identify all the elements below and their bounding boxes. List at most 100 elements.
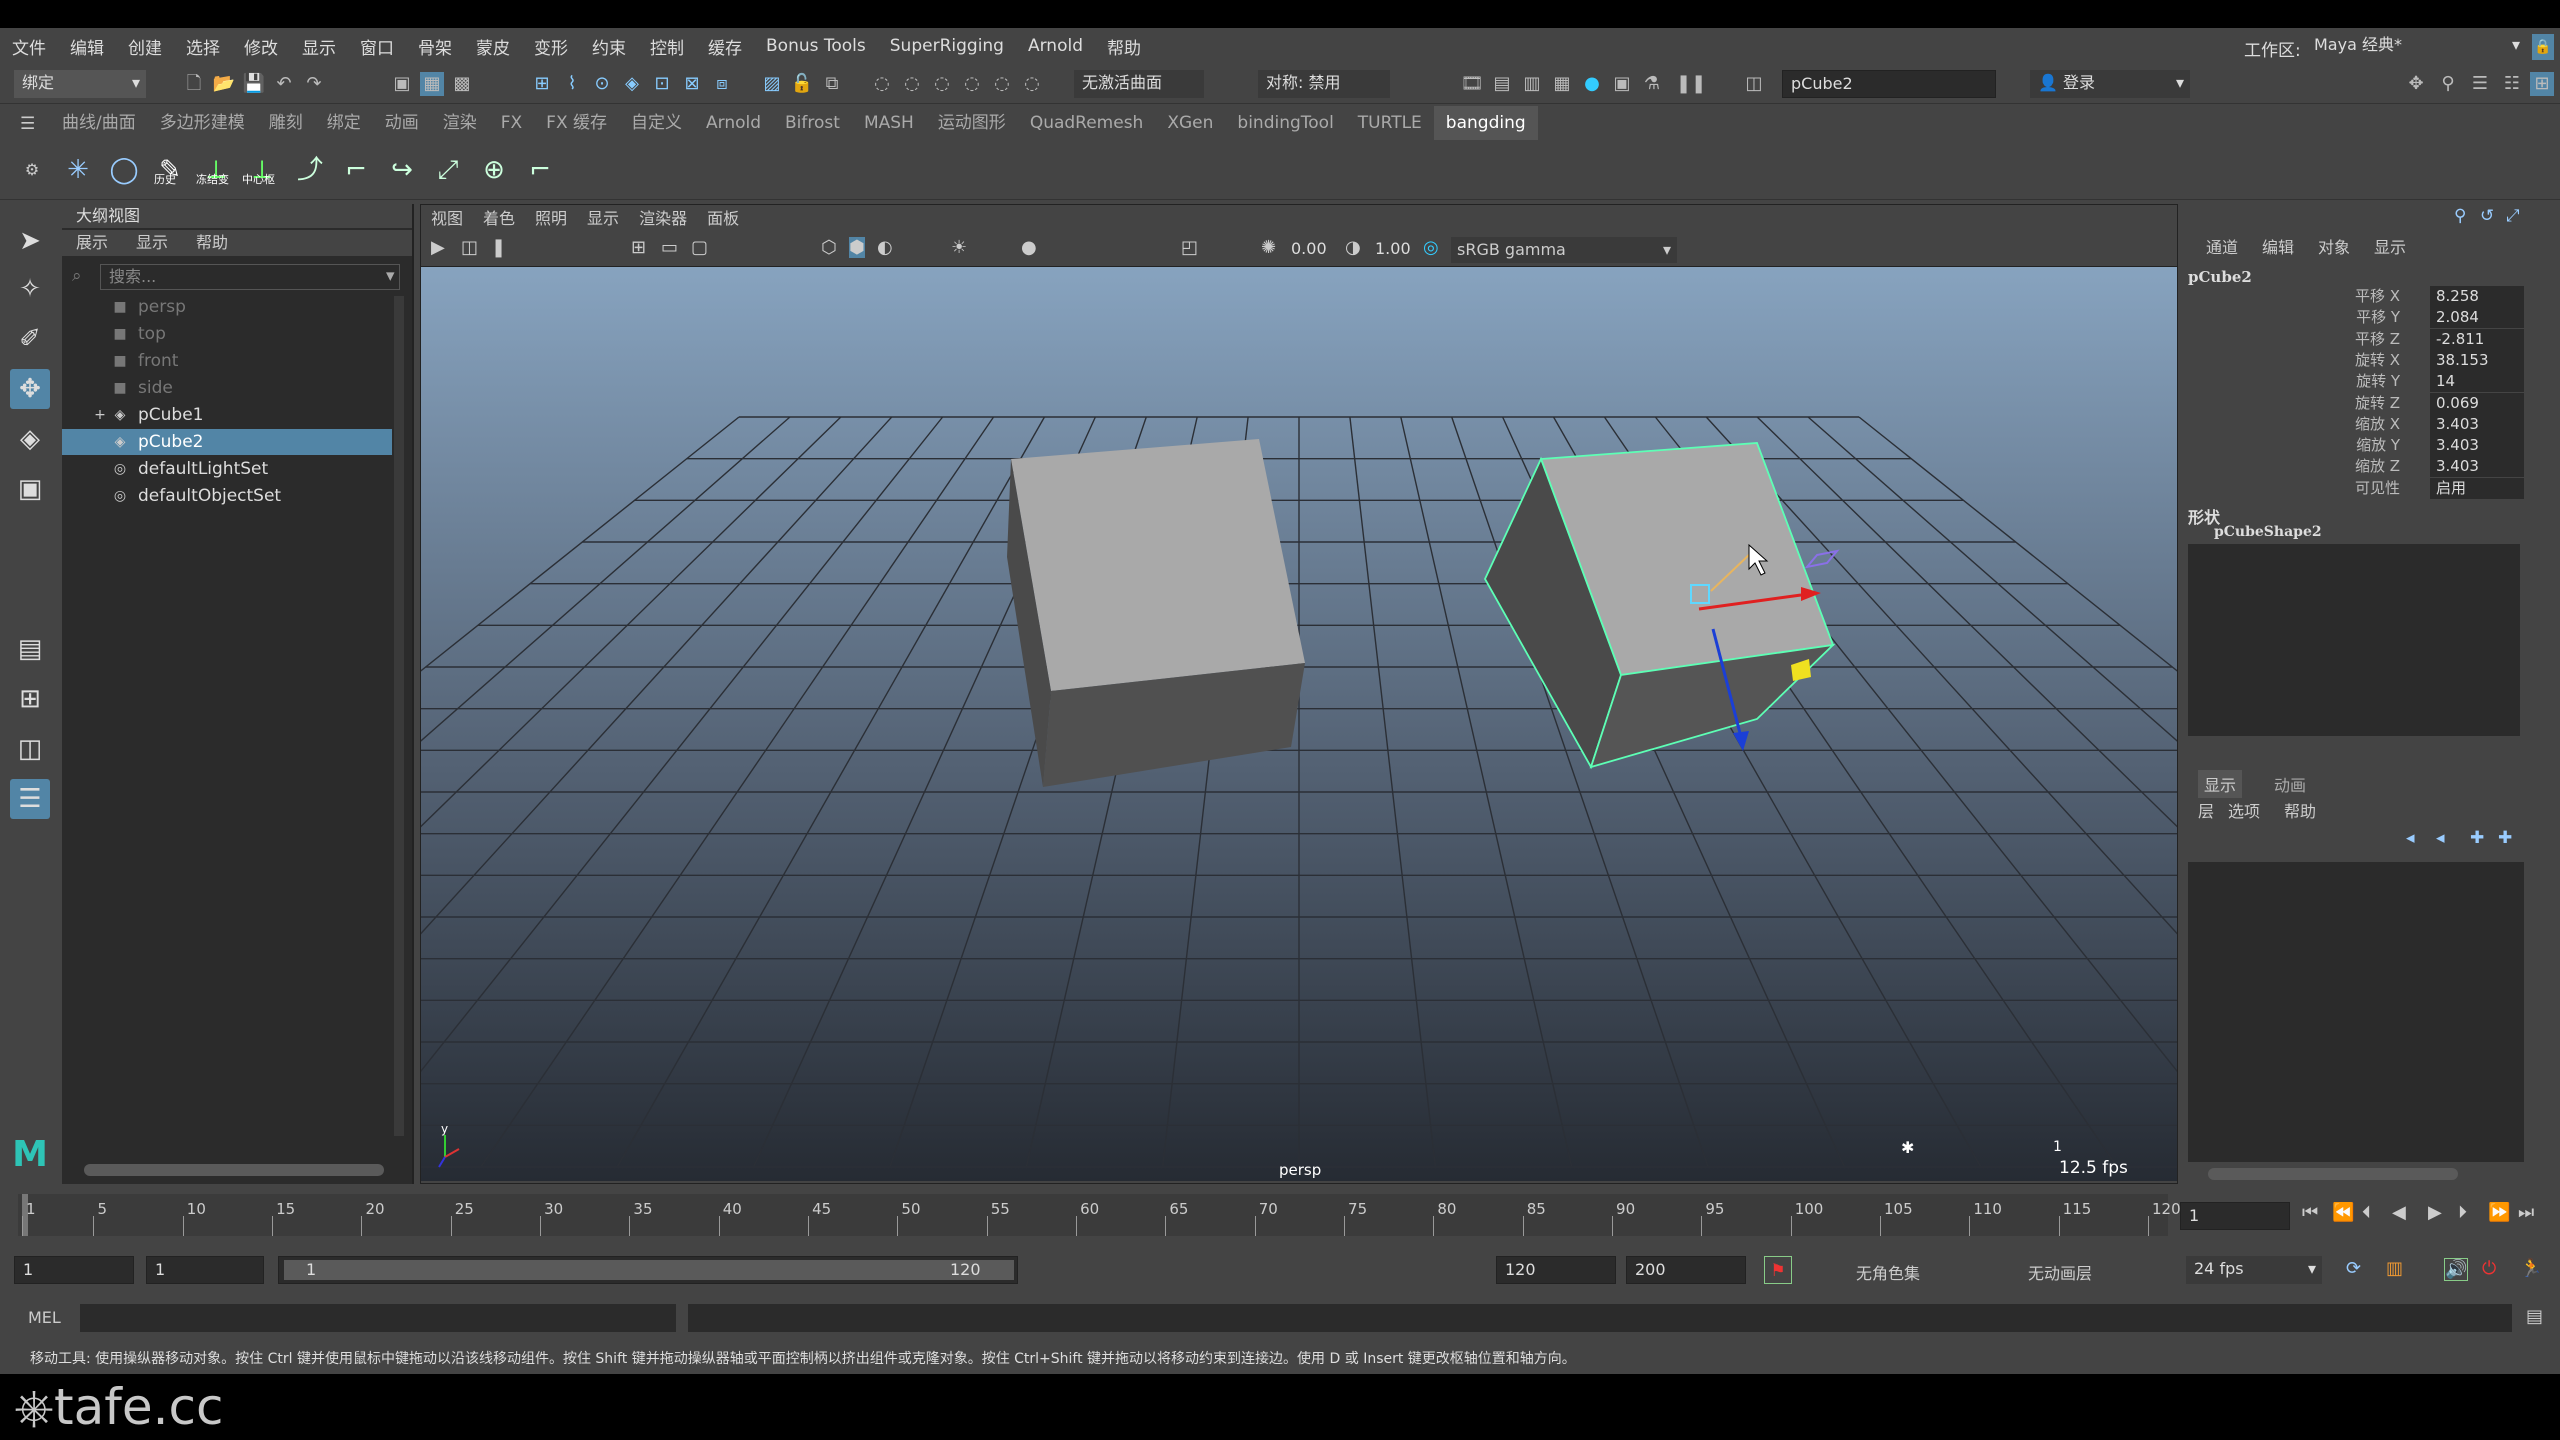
single-view-icon[interactable]: ▤	[10, 629, 50, 669]
shelf-tab[interactable]: QuadRemesh	[1018, 106, 1156, 140]
colorspace-dropdown[interactable]: sRGB gamma ▾	[1451, 237, 1677, 263]
new-layer-selected-icon[interactable]: ✚	[2498, 828, 2512, 848]
joint-tool-icon[interactable]: ⌐	[336, 150, 376, 190]
bookmark-icon[interactable]: ❚	[491, 237, 506, 258]
attribute-editor-sidebar[interactable]	[2534, 204, 2560, 1184]
chevron-down-icon[interactable]: ▾	[386, 266, 395, 286]
channel-value[interactable]: 8.258	[2430, 286, 2524, 307]
script-editor-icon[interactable]: ▤	[2526, 1306, 2543, 1327]
channel-row[interactable]: 可见性 启用	[2184, 477, 2532, 499]
joint-star-icon[interactable]: ✳	[58, 150, 98, 190]
wireframe-icon[interactable]: ⬡	[821, 237, 837, 258]
expand-icon[interactable]: ⤢	[2506, 206, 2520, 226]
outliner-menu-show[interactable]: 展示	[62, 230, 122, 256]
sound-icon[interactable]: 🔊	[2444, 1258, 2469, 1281]
snap-point-icon[interactable]: ⊙	[590, 72, 614, 96]
channel-row[interactable]: 旋转 X 38.153	[2184, 349, 2532, 371]
rig-tool-icon[interactable]: ⤴	[290, 150, 330, 190]
outliner-menu-help[interactable]: 帮助	[182, 230, 242, 256]
channel-row[interactable]: 平移 X 8.258	[2184, 286, 2532, 307]
outliner-layout-icon[interactable]: ☰	[10, 779, 50, 819]
menu-superrigging[interactable]: SuperRigging	[878, 36, 1016, 56]
auto-key-icon[interactable]: ⚑	[1764, 1256, 1792, 1284]
outliner-item[interactable]: ■ persp	[62, 294, 392, 320]
snap-grid-icon[interactable]: ⊞	[530, 72, 554, 96]
go-end-icon[interactable]: ⏭	[2518, 1202, 2534, 1223]
vp-menu-shading[interactable]: 着色	[473, 205, 525, 233]
channel-value[interactable]: 3.403	[2430, 435, 2524, 457]
camera-attr-icon[interactable]: ◫	[461, 237, 478, 258]
lasso-icon[interactable]: ◌	[870, 72, 894, 96]
color-management-icon[interactable]: ◎	[1423, 237, 1439, 258]
menu-edit[interactable]: 编辑	[58, 34, 116, 59]
outliner-item[interactable]: ◈ pCube2	[62, 429, 392, 455]
menu-skin[interactable]: 蒙皮	[464, 34, 522, 59]
outliner-item[interactable]: ■ side	[62, 375, 392, 401]
select-tool-icon[interactable]: ➤	[10, 221, 50, 261]
camera-icon[interactable]: ▶	[431, 237, 445, 258]
center-pivot-icon[interactable]: ⟂ 中心枢	[242, 150, 282, 190]
menu-arnold[interactable]: Arnold	[1016, 36, 1095, 56]
menu-set-dropdown[interactable]: 绑定 ▾	[14, 70, 146, 98]
four-view-icon[interactable]: ⊞	[10, 679, 50, 719]
snap-vertex-icon[interactable]: ⊠	[680, 72, 704, 96]
go-start-icon[interactable]: ⏮	[2302, 1202, 2318, 1223]
character-set-label[interactable]: 无角色集	[1856, 1260, 1920, 1284]
save-scene-icon[interactable]: 💾	[242, 72, 266, 96]
outliner-item[interactable]: ◎ defaultLightSet	[62, 456, 392, 482]
viewport-scene[interactable]: y persp 12.5 fps 1 ✱	[421, 267, 2177, 1181]
attribute-editor-icon[interactable]: ☰	[2468, 72, 2492, 96]
xray-icon[interactable]: ●	[1021, 237, 1037, 258]
paint-select-icon[interactable]: ✐	[10, 319, 50, 359]
grid-icon[interactable]: ⊞	[631, 237, 646, 258]
mirror-joint-icon[interactable]: ⊕	[474, 150, 514, 190]
shelf-tab[interactable]: MASH	[852, 106, 926, 140]
layer-move-down-icon[interactable]: ◂	[2436, 828, 2445, 848]
channel-row[interactable]: 平移 Y 2.084	[2184, 307, 2532, 329]
snap-surface-icon[interactable]: ⊡	[650, 72, 674, 96]
layer-menu-help[interactable]: 帮助	[2284, 798, 2316, 822]
shelf-tab[interactable]: 雕刻	[257, 106, 315, 140]
outliner-item[interactable]: ■ front	[62, 348, 392, 374]
outliner-hscrollbar[interactable]	[84, 1164, 384, 1176]
workspace-dropdown[interactable]: Maya 经典* ▾	[2306, 32, 2526, 60]
resolution-gate-icon[interactable]: ▢	[691, 237, 708, 258]
shelf-tab[interactable]: 渲染	[431, 106, 489, 140]
menu-window[interactable]: 窗口	[348, 34, 406, 59]
outliner-menu-display[interactable]: 显示	[122, 230, 182, 256]
delete-history-icon[interactable]: ✎ 历史	[150, 150, 190, 190]
vp-menu-lighting[interactable]: 照明	[525, 205, 577, 233]
film-gate-icon[interactable]: ▭	[661, 237, 678, 258]
channel-row[interactable]: 旋转 Y 14	[2184, 371, 2532, 393]
channel-row[interactable]: 旋转 Z 0.069	[2184, 392, 2532, 414]
select-object-icon[interactable]: ▦	[420, 72, 444, 96]
outliner-item[interactable]: ■ top	[62, 321, 392, 347]
shelf-tab[interactable]: 曲线/曲面	[50, 106, 148, 140]
shelf-menu-icon[interactable]: ☰	[20, 114, 35, 134]
vp-menu-panels[interactable]: 面板	[697, 205, 749, 233]
menu-modify[interactable]: 修改	[232, 34, 290, 59]
outliner-vscrollbar[interactable]	[394, 296, 404, 1136]
live-surface-field[interactable]: 无激活曲面	[1074, 70, 1204, 98]
snap-curve-icon[interactable]: ⌇	[560, 72, 584, 96]
command-input[interactable]	[80, 1304, 676, 1332]
channel-value[interactable]: 3.403	[2430, 413, 2524, 435]
exposure-value[interactable]: 0.00	[1291, 239, 1327, 258]
step-back-icon[interactable]: ⏴	[2362, 1202, 2371, 1223]
textured-icon[interactable]: ◐	[877, 237, 893, 258]
channel-value[interactable]: 38.153	[2430, 349, 2524, 371]
menu-skeleton[interactable]: 骨架	[406, 34, 464, 59]
lasso6-icon[interactable]: ◌	[1020, 72, 1044, 96]
outliner-search-input[interactable]: 搜索...	[100, 264, 400, 290]
shelf-tab-active[interactable]: bangding	[1433, 106, 1538, 140]
arnold-ipr-icon[interactable]: ⚗	[1640, 72, 1664, 96]
person-icon[interactable]: 🏃	[2520, 1258, 2542, 1279]
step-forward-icon[interactable]: ⏵	[2458, 1202, 2467, 1223]
vp-menu-renderer[interactable]: 渲染器	[629, 205, 697, 233]
channel-value[interactable]: 3.403	[2430, 456, 2524, 478]
playback-end-field[interactable]: 120	[1496, 1256, 1616, 1284]
channel-row[interactable]: 平移 Z -2.811	[2184, 328, 2532, 350]
isolate-icon[interactable]: ◰	[1181, 237, 1198, 258]
new-scene-icon[interactable]: 🗋	[182, 72, 206, 96]
menu-bonus-tools[interactable]: Bonus Tools	[754, 36, 878, 56]
